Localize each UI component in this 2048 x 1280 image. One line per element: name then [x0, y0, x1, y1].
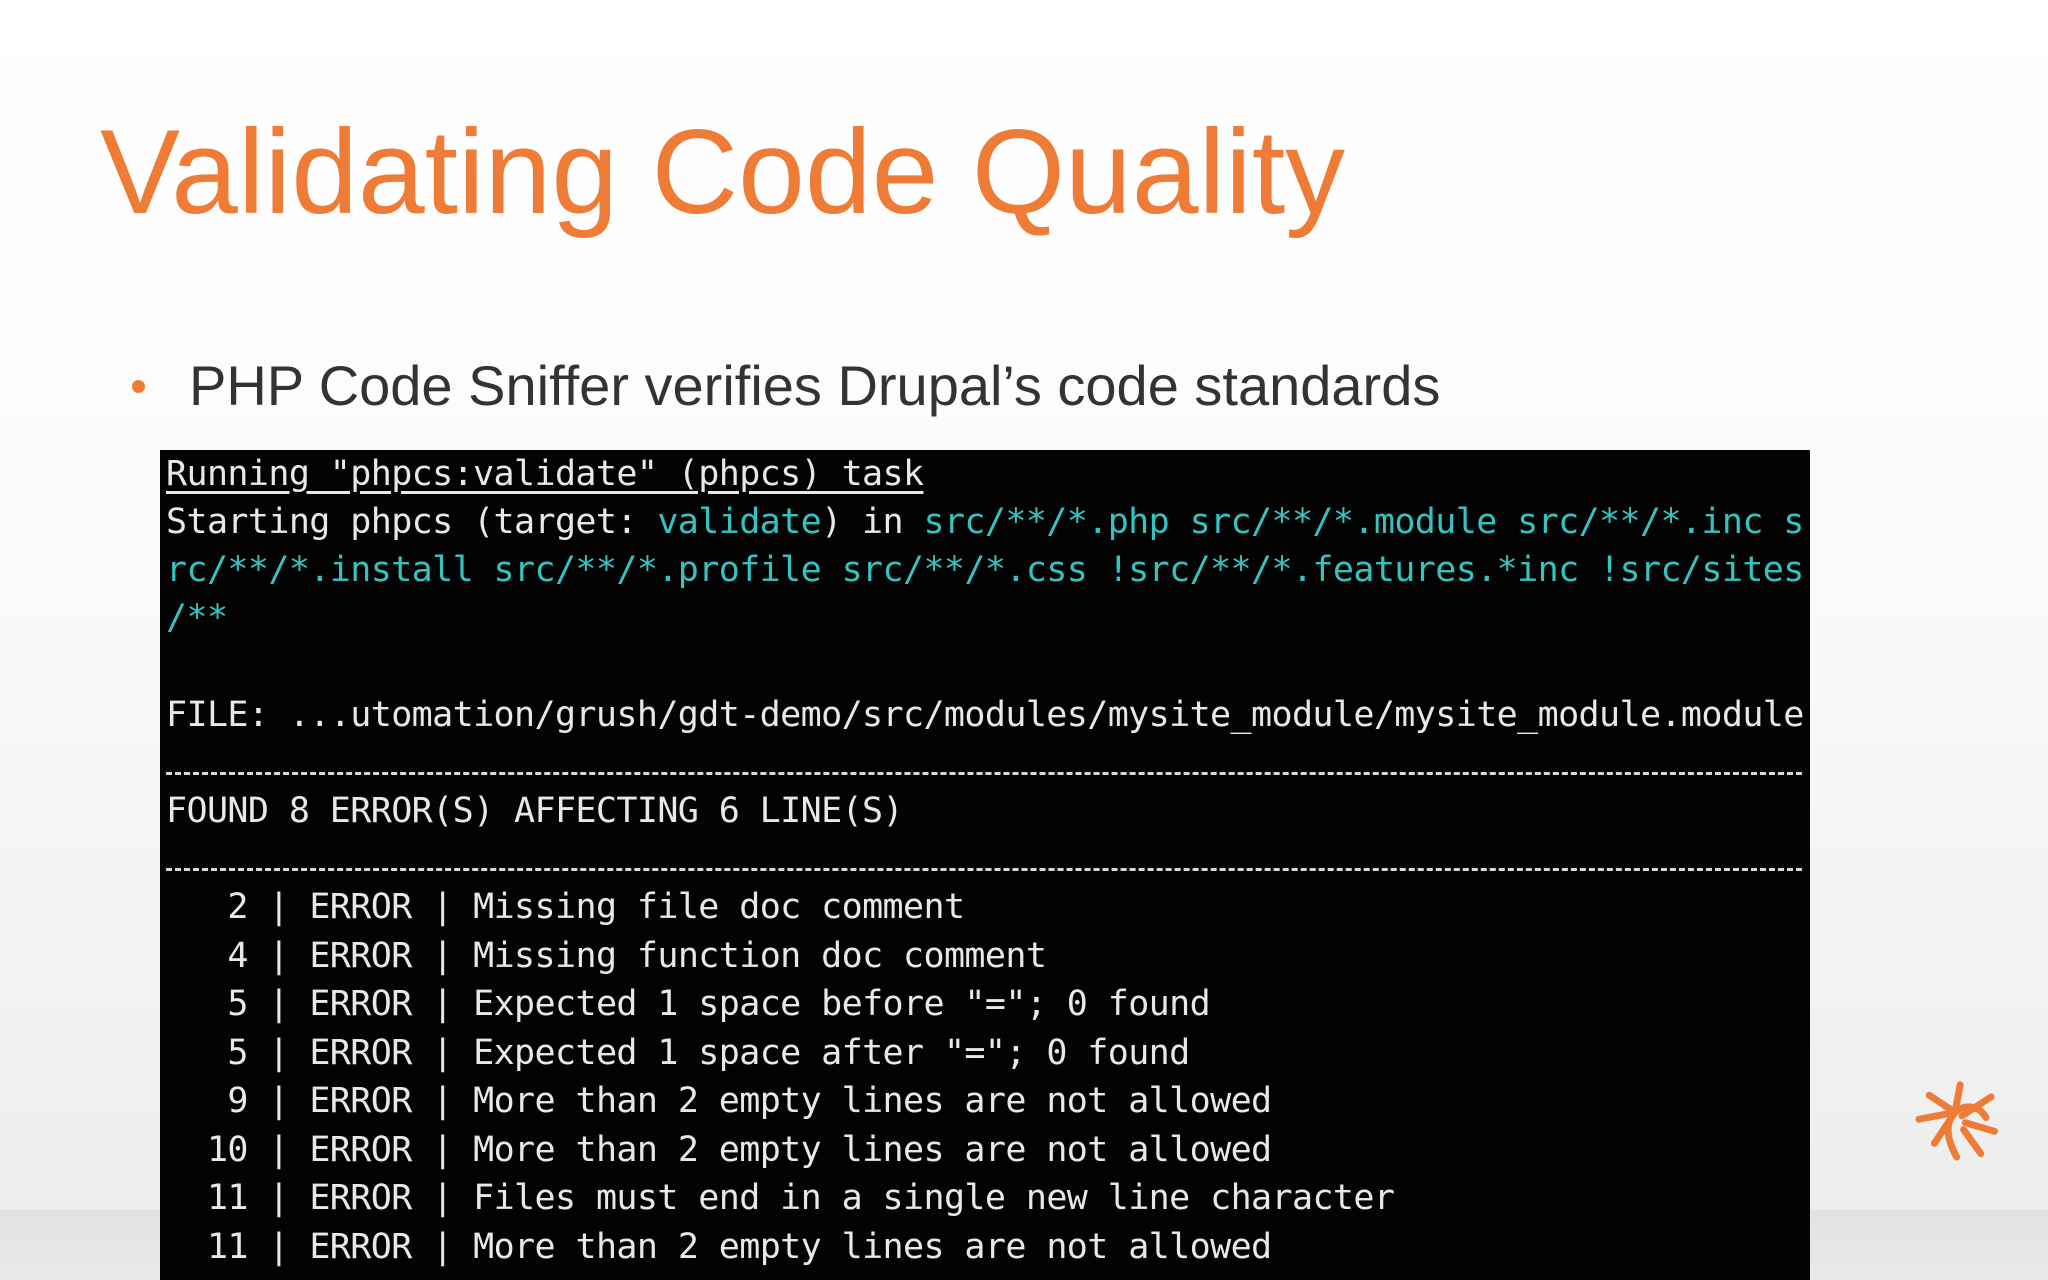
column-separator: | — [247, 1032, 310, 1073]
error-line-number: 9 — [206, 1081, 248, 1121]
column-separator: | — [247, 1081, 310, 1121]
starting-paths-1: src/**/*.php src/**/*.module src/**/*.in… — [923, 502, 1804, 542]
error-type: ERROR — [309, 1129, 412, 1170]
error-row: 5 | ERROR | Expected 1 space before "=";… — [166, 980, 1210, 1028]
dashed-separator — [166, 868, 1802, 871]
error-row: 2 | ERROR | Missing file doc comment — [166, 883, 965, 931]
column-separator: | — [411, 1081, 474, 1121]
column-separator: | — [411, 1178, 474, 1218]
terminal-screenshot: Running "phpcs:validate" (phpcs) task St… — [160, 450, 1810, 1280]
error-line-number: 11 — [206, 1178, 249, 1218]
column-separator: | — [411, 935, 474, 976]
column-separator: | — [247, 1129, 310, 1170]
error-message: Missing file doc comment — [473, 887, 965, 927]
error-line-number: 2 — [206, 887, 248, 927]
bullet-item: PHP Code Sniffer verifies Drupal’s code … — [132, 358, 1440, 414]
starting-mid: ) in — [821, 502, 924, 542]
bullet-text: PHP Code Sniffer verifies Drupal’s code … — [189, 354, 1441, 417]
error-type: ERROR — [309, 1226, 412, 1267]
error-row: 10 | ERROR | More than 2 empty lines are… — [166, 1126, 1272, 1174]
column-separator: | — [411, 1226, 474, 1267]
column-separator: | — [411, 1129, 474, 1170]
column-separator: | — [247, 984, 310, 1024]
error-line-number: 10 — [206, 1129, 249, 1170]
file-line: FILE: ...utomation/grush/gdt-demo/src/mo… — [166, 695, 1804, 735]
error-message: More than 2 empty lines are not allowed — [473, 1226, 1272, 1267]
error-message: Missing function doc comment — [473, 935, 1047, 976]
task-line: Running "phpcs:validate" (phpcs) task — [166, 454, 924, 494]
error-line-number: 11 — [206, 1226, 249, 1267]
error-message: More than 2 empty lines are not allowed — [473, 1129, 1272, 1170]
dashed-separator — [166, 772, 1802, 775]
column-separator: | — [247, 1178, 310, 1218]
drupal-sunburst-logo-icon — [1915, 1081, 1998, 1161]
error-row: 11 | ERROR | More than 2 empty lines are… — [166, 1223, 1272, 1271]
error-type: ERROR — [309, 935, 412, 976]
error-type: ERROR — [309, 1032, 412, 1073]
error-row: 4 | ERROR | Missing function doc comment — [166, 932, 1047, 980]
error-row: 9 | ERROR | More than 2 empty lines are … — [166, 1077, 1272, 1125]
slide-title: Validating Code Quality — [100, 105, 1346, 239]
error-line-number: 5 — [206, 1032, 248, 1073]
error-type: ERROR — [309, 1178, 412, 1218]
error-message: Expected 1 space before "="; 0 found — [473, 984, 1211, 1024]
starting-target: validate — [657, 502, 822, 542]
error-row: 5 | ERROR | Expected 1 space after "="; … — [166, 1029, 1190, 1077]
column-separator: | — [411, 984, 474, 1024]
starting-paths-3: /** — [166, 598, 228, 638]
column-separator: | — [247, 1226, 310, 1267]
column-separator: | — [247, 935, 310, 976]
error-message: More than 2 empty lines are not allowed — [473, 1081, 1272, 1121]
error-message: Files must end in a single new line char… — [473, 1178, 1395, 1218]
bullet-dot-icon — [132, 379, 145, 393]
error-message: Expected 1 space after "="; 0 found — [473, 1032, 1190, 1073]
error-type: ERROR — [309, 984, 412, 1024]
column-separator: | — [411, 887, 474, 927]
error-line-number: 5 — [206, 984, 248, 1024]
found-line: FOUND 8 ERROR(S) AFFECTING 6 LINE(S) — [166, 791, 904, 831]
starting-line: Starting phpcs (target: validate) in src… — [166, 498, 1804, 546]
starting-paths-2: rc/**/*.install src/**/*.profile src/**/… — [166, 550, 1804, 590]
error-row: 11 | ERROR | Files must end in a single … — [166, 1174, 1395, 1222]
error-type: ERROR — [309, 1081, 412, 1121]
error-type: ERROR — [309, 887, 412, 927]
error-line-number: 4 — [206, 935, 248, 976]
column-separator: | — [411, 1032, 474, 1073]
starting-prefix: Starting phpcs (target: — [166, 502, 658, 542]
column-separator: | — [247, 887, 310, 927]
